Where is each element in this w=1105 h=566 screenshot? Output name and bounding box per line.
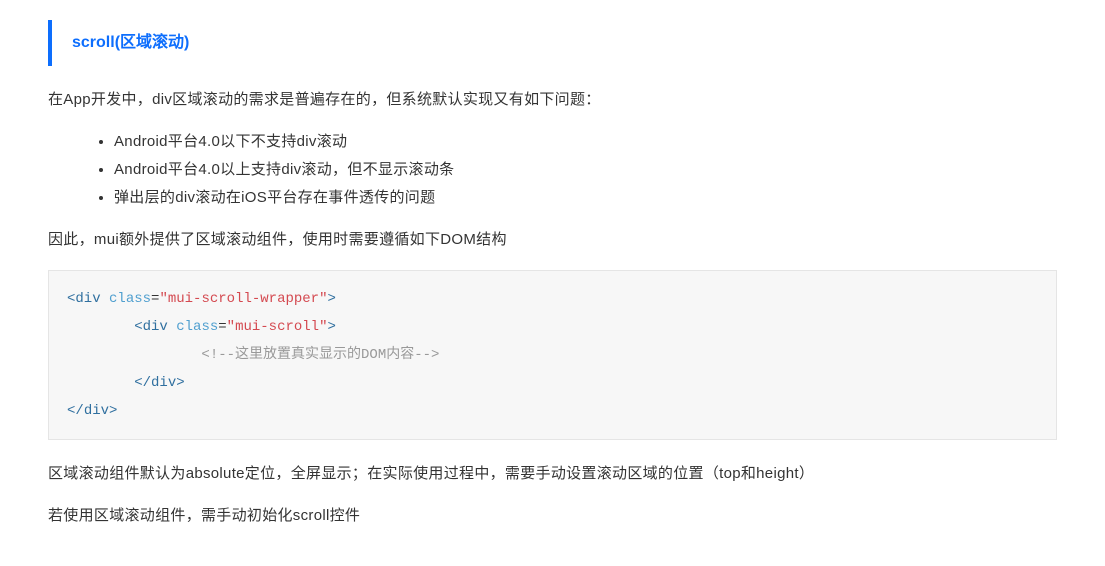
- code-token: <: [134, 319, 142, 335]
- list-item: 弹出层的div滚动在iOS平台存在事件透传的问题: [114, 186, 1057, 210]
- code-comment: <!--这里放置真实显示的DOM内容-->: [201, 347, 439, 363]
- code-token: >: [328, 319, 336, 335]
- section-title: scroll(区域滚动): [72, 34, 189, 51]
- code-token: div: [84, 403, 109, 419]
- code-token: class: [176, 319, 218, 335]
- code-token: class: [109, 291, 151, 307]
- code-token: "mui-scroll-wrapper": [159, 291, 327, 307]
- list-item: Android平台4.0以上支持div滚动，但不显示滚动条: [114, 158, 1057, 182]
- section-heading-block: scroll(区域滚动): [48, 20, 1057, 66]
- code-token: div: [151, 375, 176, 391]
- issues-list: Android平台4.0以下不支持div滚动 Android平台4.0以上支持d…: [114, 130, 1057, 210]
- code-token: >: [176, 375, 184, 391]
- code-token: div: [143, 319, 168, 335]
- list-item: Android平台4.0以下不支持div滚动: [114, 130, 1057, 154]
- dom-structure-paragraph: 因此，mui额外提供了区域滚动组件，使用时需要遵循如下DOM结构: [48, 228, 1057, 252]
- code-token: "mui-scroll": [227, 319, 328, 335]
- code-block: <div class="mui-scroll-wrapper"> <div cl…: [48, 270, 1057, 440]
- code-token: >: [327, 291, 335, 307]
- code-token: >: [109, 403, 117, 419]
- code-token: div: [75, 291, 100, 307]
- code-token: </: [134, 375, 151, 391]
- init-paragraph: 若使用区域滚动组件，需手动初始化scroll控件: [48, 504, 1057, 528]
- intro-paragraph: 在App开发中，div区域滚动的需求是普遍存在的，但系统默认实现又有如下问题：: [48, 88, 1057, 112]
- positioning-paragraph: 区域滚动组件默认为absolute定位，全屏显示；在实际使用过程中，需要手动设置…: [48, 462, 1057, 486]
- code-token: </: [67, 403, 84, 419]
